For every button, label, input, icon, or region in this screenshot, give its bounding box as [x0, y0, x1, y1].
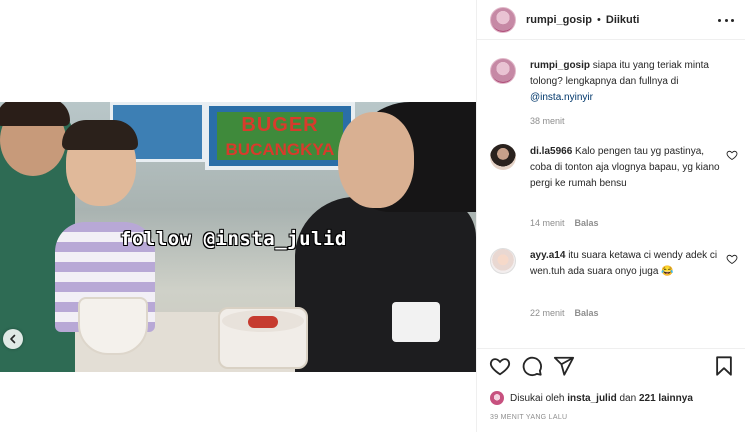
- avatar[interactable]: [490, 6, 516, 33]
- person-right: [295, 197, 476, 372]
- header-username[interactable]: rumpi_gosip: [526, 14, 592, 26]
- comment-item: ayy.a14 itu suara ketawa ci wendy adek c…: [490, 248, 740, 328]
- comment-meta: 14 menit Balas: [530, 218, 599, 228]
- likes-others-link[interactable]: 221 lainnya: [639, 393, 693, 404]
- paper-cup: [392, 302, 440, 342]
- laughing-emoji: 😂: [661, 266, 674, 277]
- post-timestamp[interactable]: 39 MENIT YANG LALU: [490, 414, 567, 421]
- more-options-button[interactable]: [718, 13, 734, 27]
- action-bar: Disukai oleh insta_julid dan 221 lainnya…: [477, 348, 745, 432]
- more-icon: [718, 18, 721, 22]
- caption-username[interactable]: rumpi_gosip: [530, 60, 590, 71]
- avatar[interactable]: [490, 391, 504, 405]
- comment-time: 22 menit: [530, 308, 565, 318]
- avatar[interactable]: [490, 144, 516, 170]
- video-overlay-text: follow @insta_julid: [120, 228, 347, 250]
- bowl: [78, 297, 148, 355]
- chevron-left-icon: [10, 334, 16, 344]
- like-comment-heart-icon[interactable]: [726, 253, 738, 265]
- comment-username[interactable]: ayy.a14: [530, 250, 565, 261]
- sign-text-line1: BUGER: [241, 114, 319, 136]
- container-logo: [248, 316, 278, 328]
- follow-status-button[interactable]: Diikuti: [606, 14, 640, 26]
- like-comment-heart-icon[interactable]: [726, 149, 738, 161]
- person-right-head: [338, 112, 414, 208]
- reply-button[interactable]: Balas: [575, 218, 599, 228]
- post-video[interactable]: BUGER BUCANGKYA follow @insta_julid: [0, 102, 476, 372]
- likes-summary: Disukai oleh insta_julid dan 221 lainnya: [490, 391, 693, 405]
- share-icon[interactable]: [553, 355, 575, 377]
- comment-icon[interactable]: [521, 355, 543, 377]
- caption-time: 38 menit: [530, 116, 565, 126]
- child-hair: [62, 120, 138, 150]
- person-left-hair: [0, 102, 70, 126]
- likes-conjunction: dan: [619, 392, 637, 404]
- post-header: rumpi_gosip • Diikuti: [477, 0, 745, 40]
- heart-icon[interactable]: [489, 355, 511, 377]
- media-pane: BUGER BUCANGKYA follow @insta_julid: [0, 0, 476, 432]
- separator-dot: •: [597, 13, 601, 26]
- avatar[interactable]: [490, 58, 516, 84]
- bookmark-icon[interactable]: [713, 355, 735, 377]
- caption-mention-link[interactable]: @insta.nyinyir: [530, 92, 593, 103]
- comment-username[interactable]: di.la5966: [530, 146, 572, 157]
- comments-list: rumpi_gosip siapa itu yang teriak minta …: [477, 48, 745, 348]
- sign-text-line2: BUCANGKYA: [225, 140, 335, 159]
- comment-item: di.la5966 Kalo pengen tau yg pastinya, c…: [490, 144, 740, 234]
- comment-text: di.la5966 Kalo pengen tau yg pastinya, c…: [530, 144, 726, 192]
- post-side-panel: rumpi_gosip • Diikuti rumpi_gosip siapa …: [476, 0, 745, 432]
- comment-text: ayy.a14 itu suara ketawa ci wendy adek c…: [530, 248, 726, 280]
- food-stall-sign: BUGER BUCANGKYA: [205, 102, 355, 170]
- likes-user-link[interactable]: insta_julid: [567, 393, 616, 404]
- instagram-post-view: BUGER BUCANGKYA follow @insta_julid rump…: [0, 0, 745, 432]
- comment-time: 14 menit: [530, 218, 565, 228]
- caption-text: rumpi_gosip siapa itu yang teriak minta …: [530, 58, 726, 106]
- reply-button[interactable]: Balas: [575, 308, 599, 318]
- likes-prefix: Disukai oleh: [510, 392, 565, 404]
- avatar[interactable]: [490, 248, 516, 274]
- comment-meta: 22 menit Balas: [530, 308, 599, 318]
- caption-row: rumpi_gosip siapa itu yang teriak minta …: [490, 58, 740, 128]
- caption-meta: 38 menit: [530, 116, 565, 126]
- previous-button[interactable]: [3, 329, 23, 349]
